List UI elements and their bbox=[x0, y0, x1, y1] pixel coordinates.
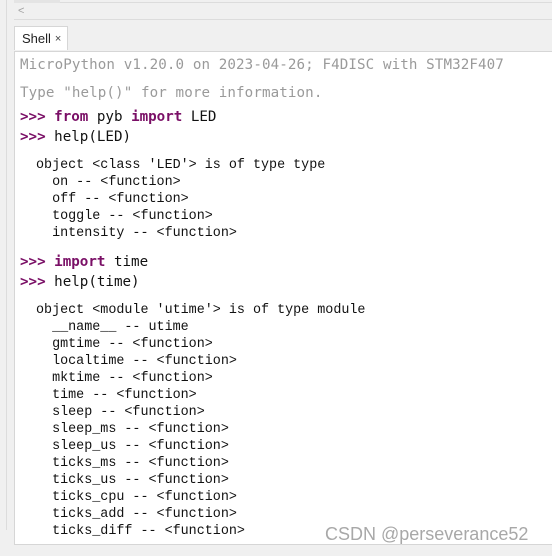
output-line: ticks_cpu -- <function> bbox=[36, 490, 237, 505]
horizontal-scrollbar[interactable]: < bbox=[14, 0, 552, 20]
output-line: sleep -- <function> bbox=[36, 405, 205, 420]
keyword: import bbox=[131, 109, 183, 125]
output-line: ticks_ms -- <function> bbox=[36, 456, 229, 471]
output-line: gmtime -- <function> bbox=[36, 337, 213, 352]
output-line: mktime -- <function> bbox=[36, 371, 213, 386]
prompt: >>> bbox=[20, 274, 46, 290]
command-line: >>> import time bbox=[20, 254, 148, 270]
prompt: >>> bbox=[20, 109, 46, 125]
keyword: from bbox=[54, 109, 89, 125]
output-line: toggle -- <function> bbox=[36, 209, 213, 224]
output-line: object <module 'utime'> is of type modul… bbox=[36, 303, 366, 318]
tab-bar: Shell × bbox=[14, 26, 552, 52]
close-icon[interactable]: × bbox=[55, 33, 61, 45]
command-line: >>> help(time) bbox=[20, 274, 140, 290]
shell-console[interactable]: MicroPython v1.20.0 on 2023-04-26; F4DIS… bbox=[14, 52, 552, 545]
command-text: pyb bbox=[88, 109, 132, 125]
output-line: sleep_ms -- <function> bbox=[36, 422, 229, 437]
prompt: >>> bbox=[20, 254, 46, 270]
prompt: >>> bbox=[20, 129, 46, 145]
command-line: >>> help(LED) bbox=[20, 129, 131, 145]
watermark: CSDN @perseverance52 bbox=[325, 524, 529, 544]
output-line: ticks_add -- <function> bbox=[36, 507, 237, 522]
command-line: >>> from pyb import LED bbox=[20, 109, 216, 125]
tab-shell[interactable]: Shell × bbox=[14, 26, 68, 50]
command-text: LED bbox=[182, 109, 217, 125]
output-line: off -- <function> bbox=[36, 192, 189, 207]
output-line: time -- <function> bbox=[36, 388, 197, 403]
output-line: object <class 'LED'> is of type type bbox=[36, 158, 326, 173]
scroll-left-icon[interactable]: < bbox=[18, 3, 24, 19]
output-line: sleep_us -- <function> bbox=[36, 439, 229, 454]
command-text: time bbox=[105, 254, 149, 270]
tab-label: Shell bbox=[22, 31, 51, 46]
output-line: on -- <function> bbox=[36, 175, 181, 190]
output-line: ticks_us -- <function> bbox=[36, 473, 229, 488]
output-line: __name__ -- utime bbox=[36, 320, 189, 335]
command-text: help(time) bbox=[54, 274, 140, 290]
left-gutter bbox=[0, 0, 7, 530]
command-text: help(LED) bbox=[54, 129, 132, 145]
output-line: localtime -- <function> bbox=[36, 354, 237, 369]
output-line: ticks_diff -- <function> bbox=[36, 524, 245, 539]
keyword: import bbox=[54, 254, 106, 270]
output-line: intensity -- <function> bbox=[36, 226, 237, 241]
banner-line: Type "help()" for more information. bbox=[20, 85, 323, 101]
banner-line: MicroPython v1.20.0 on 2023-04-26; F4DIS… bbox=[20, 57, 504, 73]
